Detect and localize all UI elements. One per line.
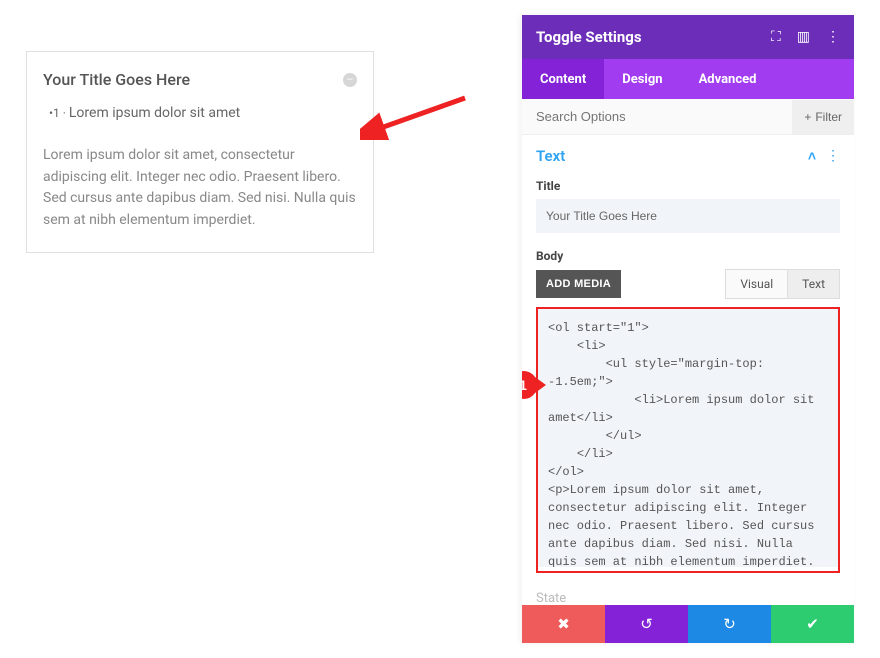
search-row: + Filter bbox=[522, 99, 854, 135]
panel-header: Toggle Settings ⛶ ▥ ⋮ bbox=[522, 15, 854, 59]
body-label: Body bbox=[536, 249, 840, 263]
action-bar: ✖ ↺ ↻ ✔ bbox=[522, 605, 854, 643]
annotation-callout: 1 bbox=[522, 371, 546, 399]
preview-title: Your Title Goes Here bbox=[43, 70, 190, 89]
preview-list: Lorem ipsum dolor sit amet bbox=[43, 105, 357, 121]
more-icon[interactable]: ⋮ bbox=[826, 29, 840, 45]
search-input[interactable] bbox=[522, 99, 792, 134]
filter-button[interactable]: + Filter bbox=[792, 100, 854, 134]
editor-tab-text[interactable]: Text bbox=[788, 269, 840, 299]
body-controls: ADD MEDIA Visual Text bbox=[536, 269, 840, 299]
tab-advanced[interactable]: Advanced bbox=[681, 59, 775, 99]
editor-tabs: Visual Text bbox=[725, 269, 840, 299]
panel-body: Text ˄ ⋮ Title Body ADD MEDIA Visual Tex… bbox=[522, 135, 854, 605]
filter-label: Filter bbox=[815, 110, 842, 124]
panel-title: Toggle Settings bbox=[536, 28, 642, 46]
annotation-number: 1 bbox=[522, 377, 527, 393]
body-code-textarea[interactable] bbox=[538, 309, 838, 567]
code-area-highlight: 1 bbox=[536, 307, 840, 573]
preview-title-row: Your Title Goes Here – bbox=[43, 70, 357, 89]
title-input[interactable] bbox=[536, 199, 840, 233]
annotation-arrow bbox=[360, 90, 470, 140]
redo-button[interactable]: ↻ bbox=[688, 605, 771, 643]
section-more-icon[interactable]: ⋮ bbox=[826, 148, 840, 164]
add-media-button[interactable]: ADD MEDIA bbox=[536, 270, 621, 298]
cancel-button[interactable]: ✖ bbox=[522, 605, 605, 643]
collapse-icon[interactable]: – bbox=[343, 73, 357, 87]
section-head: Text ˄ ⋮ bbox=[536, 147, 840, 165]
save-button[interactable]: ✔ bbox=[771, 605, 854, 643]
undo-button[interactable]: ↺ bbox=[605, 605, 688, 643]
state-label: State bbox=[536, 587, 840, 605]
toggle-preview: Your Title Goes Here – Lorem ipsum dolor… bbox=[26, 51, 374, 253]
section-title: Text bbox=[536, 147, 565, 165]
plus-icon: + bbox=[804, 110, 811, 124]
editor-tab-visual[interactable]: Visual bbox=[725, 269, 788, 299]
preview-body: Lorem ipsum dolor sit amet, consectetur … bbox=[43, 145, 357, 232]
tab-design[interactable]: Design bbox=[604, 59, 680, 99]
main-tabs: Content Design Advanced bbox=[522, 59, 854, 99]
tab-content[interactable]: Content bbox=[522, 59, 604, 99]
header-icons: ⛶ ▥ ⋮ bbox=[771, 29, 840, 45]
title-label: Title bbox=[536, 179, 840, 193]
settings-panel: Toggle Settings ⛶ ▥ ⋮ Content Design Adv… bbox=[522, 15, 854, 643]
responsive-icon[interactable]: ▥ bbox=[797, 29, 810, 45]
expand-icon[interactable]: ⛶ bbox=[771, 29, 781, 45]
list-item: Lorem ipsum dolor sit amet bbox=[49, 105, 357, 121]
collapse-section-icon[interactable]: ˄ bbox=[808, 148, 816, 165]
